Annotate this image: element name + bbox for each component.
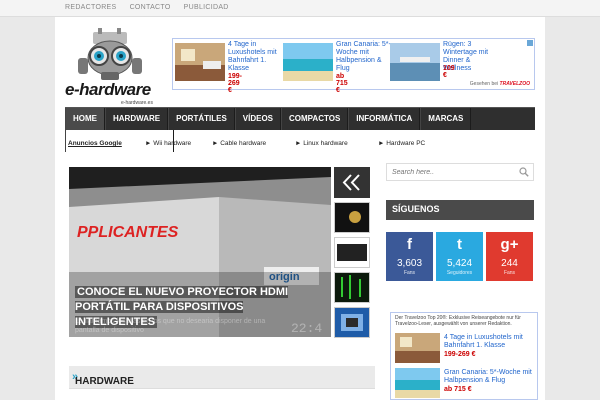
facebook-button[interactable]: f 3,603 Fans xyxy=(386,232,433,281)
widget-title: Síguenos xyxy=(392,204,440,214)
slider-thumbnails xyxy=(334,167,370,342)
thumb-image xyxy=(335,238,369,267)
svg-text:PPLICANTES: PPLICANTES xyxy=(77,224,179,241)
pier-image xyxy=(390,43,440,81)
facebook-label: Fans xyxy=(403,270,416,276)
ad-price: 199-269 € xyxy=(444,351,476,358)
hardware-section-header[interactable]: HARDWARE » xyxy=(69,366,375,389)
slider-thumb[interactable] xyxy=(334,237,370,268)
ad-link-linux[interactable]: ► Linux hardware xyxy=(295,140,348,147)
ad-link-wii[interactable]: ► Wii hardware xyxy=(145,140,191,147)
adchoices-icon[interactable] xyxy=(527,40,533,46)
sidebar-travel-ad[interactable]: Der Travelzoo Top 20®: Exklusive Reisean… xyxy=(390,312,538,400)
thumb-image xyxy=(335,308,369,337)
main-nav: HOME HARDWARE PORTÁTILES VÍDEOS COMPACTO… xyxy=(65,107,535,152)
search-input[interactable] xyxy=(387,164,517,180)
ad-price: 109 € xyxy=(443,65,455,79)
beach-image xyxy=(395,368,440,398)
follow-widget-header: Síguenos xyxy=(386,200,534,220)
ad-title[interactable]: 4 Tage in Luxushotels mit Bahnfahrt 1. K… xyxy=(444,334,532,350)
twitter-count: 5,424 xyxy=(446,258,473,269)
facebook-icon: f xyxy=(407,236,412,253)
google-plus-count: 244 xyxy=(501,258,518,269)
nav-hardware[interactable]: HARDWARE xyxy=(105,108,169,130)
google-plus-button[interactable]: g+ 244 Fans xyxy=(486,232,533,281)
section-title: HARDWARE » xyxy=(72,371,134,387)
twitter-label: Seguidores xyxy=(446,270,473,276)
thumb-image xyxy=(335,203,369,232)
ad-title[interactable]: Gran Canaria: 5*-Woche mit Halbpension &… xyxy=(336,41,392,73)
slider-thumb[interactable] xyxy=(334,167,370,198)
search-icon[interactable] xyxy=(519,167,529,177)
thumb-image xyxy=(335,273,369,302)
facebook-count: 3,603 xyxy=(396,258,423,269)
slider-thumb[interactable] xyxy=(334,202,370,233)
ad-price: 199-269 € xyxy=(228,73,243,94)
slider-thumb[interactable] xyxy=(334,272,370,303)
twitter-icon: t xyxy=(457,236,462,253)
nav-videos[interactable]: VÍDEOS xyxy=(234,108,282,130)
robot-logo-icon xyxy=(78,28,142,80)
ad-link-cable[interactable]: ► Cable hardware xyxy=(212,140,266,147)
nav-marcas[interactable]: MARCAS xyxy=(420,108,472,130)
ad-price: ab 715 € xyxy=(444,386,472,393)
logo-domain: e-hardware.es xyxy=(121,100,153,106)
nav-compactos[interactable]: COMPACTOS xyxy=(281,108,349,130)
page-container: e-hardware e-hardware.es 4 Tage in Luxus… xyxy=(55,17,545,400)
ad-title[interactable]: Gran Canaria: 5*-Woche mit Halbpension &… xyxy=(444,369,532,385)
site-logo[interactable]: e-hardware e-hardware.es xyxy=(65,28,165,108)
twitter-button[interactable]: t 5,424 Seguidores xyxy=(436,232,483,281)
ad-intro-text: Der Travelzoo Top 20®: Exklusive Reisean… xyxy=(395,315,521,327)
google-plus-label: Fans xyxy=(503,270,516,276)
double-chevron-left-icon[interactable] xyxy=(334,167,370,198)
topbar-link-contacto[interactable]: CONTACTO xyxy=(125,0,176,11)
featured-slider[interactable]: PPLICANTES origin 22:4 Conoce el nuevo p… xyxy=(69,167,331,337)
slide-description: Le llamamos los dias en los que no desea… xyxy=(75,318,266,334)
hotel-room-image xyxy=(395,333,440,363)
nav-home[interactable]: HOME xyxy=(65,108,105,130)
topbar-link-publicidad[interactable]: PUBLICIDAD xyxy=(179,0,234,11)
logo-wordmark: e-hardware xyxy=(65,80,151,99)
ad-attribution: Gesehen bei TRAVELZOO xyxy=(469,81,530,87)
ads-label[interactable]: Anuncios Google xyxy=(68,140,122,147)
top-links-bar: REDACTORES CONTACTO PUBLICIDAD xyxy=(0,0,600,17)
nav-informatica[interactable]: INFORMÁTICA xyxy=(348,108,421,130)
ad-title[interactable]: 4 Tage in Luxushotels mit Bahnfahrt 1. K… xyxy=(228,41,284,73)
ad-link-hardware-pc[interactable]: ► Hardware PC xyxy=(378,140,425,147)
search-box xyxy=(386,163,534,181)
nav-portatiles[interactable]: PORTÁTILES xyxy=(168,108,235,130)
beach-image xyxy=(283,43,333,81)
google-plus-icon: g+ xyxy=(500,236,519,253)
ad-price: ab 715 € xyxy=(336,73,348,94)
google-text-ads: Anuncios Google ► Wii hardware ► Cable h… xyxy=(65,140,535,152)
hotel-room-image xyxy=(175,43,225,81)
topbar-link-redactores[interactable]: REDACTORES xyxy=(0,0,122,11)
slider-thumb[interactable] xyxy=(334,307,370,338)
travel-ad-banner[interactable]: 4 Tage in Luxushotels mit Bahnfahrt 1. K… xyxy=(172,38,535,94)
